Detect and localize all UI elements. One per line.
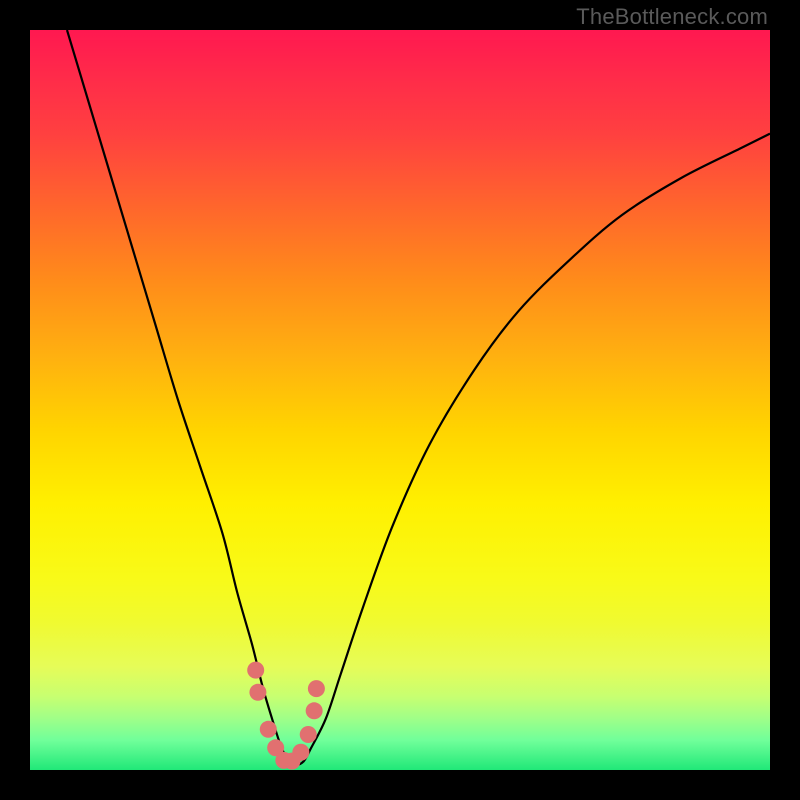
scatter-dot [306, 702, 323, 719]
scatter-dot [308, 680, 325, 697]
scatter-dot [249, 684, 266, 701]
scatter-dot [292, 744, 309, 761]
plot-area [30, 30, 770, 770]
chart-frame: TheBottleneck.com [0, 0, 800, 800]
scatter-dot [260, 721, 277, 738]
bottleneck-curve [67, 30, 770, 765]
watermark-text: TheBottleneck.com [576, 4, 768, 30]
scatter-dot [247, 662, 264, 679]
chart-svg [30, 30, 770, 770]
scatter-points [247, 662, 325, 770]
scatter-dot [300, 726, 317, 743]
